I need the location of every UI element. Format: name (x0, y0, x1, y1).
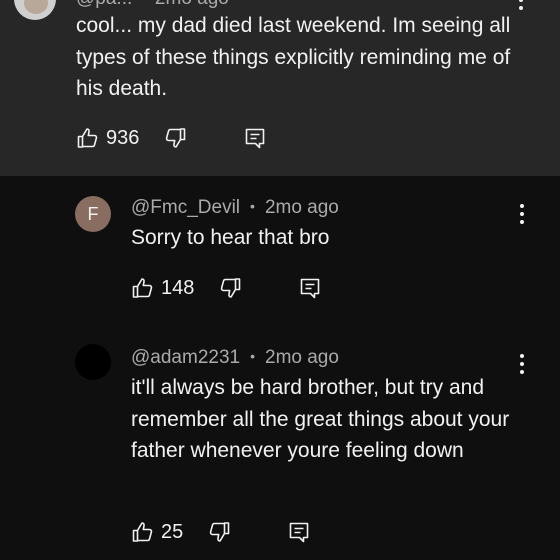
reply-actions: 148 (131, 274, 322, 302)
reply-time: 2mo ago (264, 197, 339, 218)
comments-screen: @pa...•2mo ago cool... my dad died last … (0, 0, 560, 560)
comment-time: 2mo ago (155, 0, 229, 9)
reply-actions: 25 (131, 518, 311, 546)
thumb-down-icon[interactable] (207, 520, 231, 544)
reply-header: @adam2231 • 2mo ago (131, 347, 339, 368)
reply-author[interactable]: @adam2231 (131, 347, 240, 368)
avatar[interactable]: F (75, 196, 111, 232)
reply-comment-icon[interactable] (287, 520, 311, 544)
avatar[interactable] (75, 344, 111, 380)
thumb-down-icon[interactable] (218, 276, 242, 300)
reply-item: @adam2231 • 2mo ago it'll always be hard b… (0, 326, 560, 560)
like-count: 936 (106, 126, 140, 149)
avatar[interactable] (14, 0, 56, 20)
thumb-down-icon[interactable] (163, 126, 187, 150)
comment-header: @pa...•2mo ago (76, 0, 229, 10)
thumb-up-icon[interactable] (76, 126, 100, 150)
reply-text: it'll always be hard brother, but try an… (131, 376, 510, 462)
more-vert-icon[interactable] (518, 0, 524, 12)
like-count: 25 (161, 520, 184, 543)
comment-actions: 936 (76, 124, 267, 152)
thumb-up-icon[interactable] (131, 276, 155, 300)
reply-comment-icon[interactable] (243, 126, 267, 150)
comment-text: cool... my dad died last weekend. Im see… (76, 14, 511, 100)
more-vert-icon[interactable] (519, 354, 525, 376)
highlighted-comment: @pa...•2mo ago cool... my dad died last … (0, 0, 560, 176)
like-count: 148 (161, 276, 195, 299)
reply-header: @Fmc_Devil • 2mo ago (131, 197, 339, 218)
reply-author[interactable]: @Fmc_Devil (131, 197, 240, 218)
reply-text: Sorry to hear that bro (131, 226, 330, 249)
reply-time: 2mo ago (265, 347, 339, 368)
reply-comment-icon[interactable] (298, 276, 322, 300)
comment-author[interactable]: @pa... (76, 0, 132, 9)
thumb-up-icon[interactable] (131, 520, 155, 544)
reply-item: F @Fmc_Devil • 2mo ago Sorry to hear that … (0, 176, 560, 326)
